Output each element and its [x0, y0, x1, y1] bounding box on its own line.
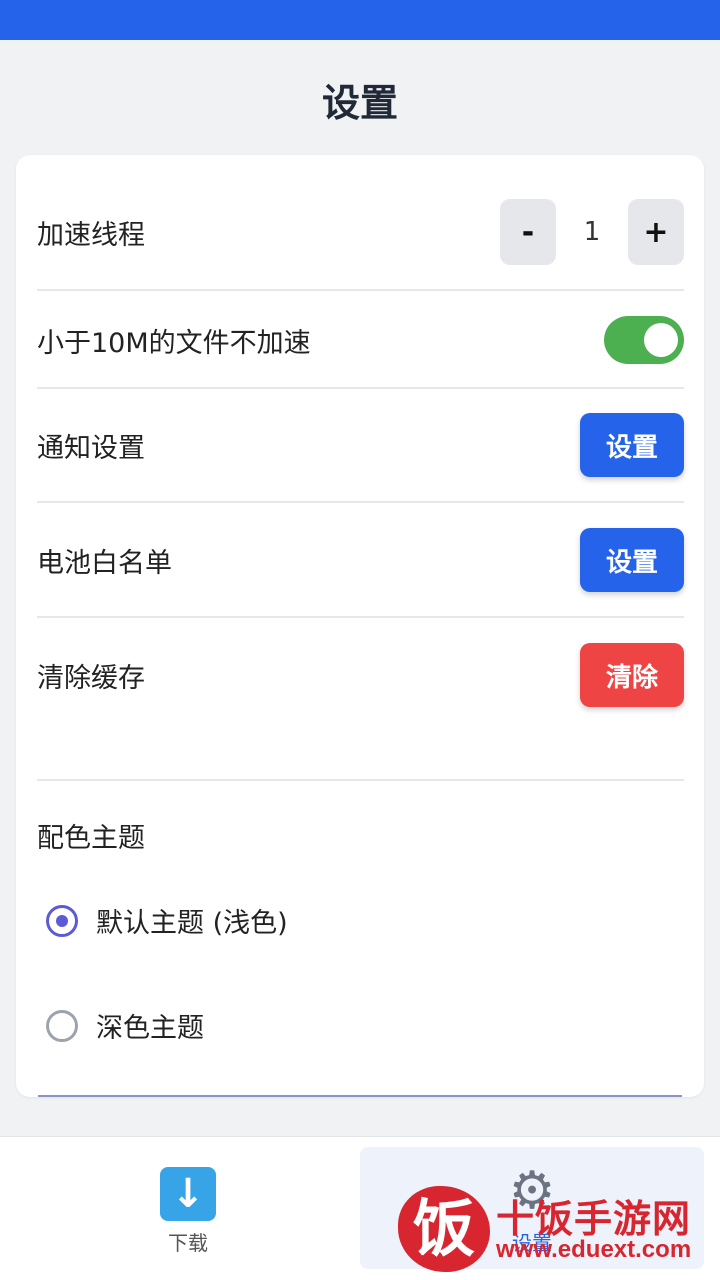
threads-label: 加速线程: [37, 219, 145, 251]
threads-row: 加速线程 - 1 +: [37, 199, 684, 265]
status-bar: [0, 0, 720, 40]
skip-small-row: 小于10M的文件不加速: [37, 315, 684, 365]
bottom-nav: ↓ 下载 ⚙ 设置: [0, 1136, 720, 1280]
nav-label: 设置: [512, 1231, 552, 1255]
skip-small-label: 小于10M的文件不加速: [37, 327, 311, 359]
skip-small-toggle[interactable]: [604, 316, 684, 364]
card-bottom-line: [38, 1095, 682, 1097]
divider: [37, 289, 684, 291]
increment-button[interactable]: +: [628, 199, 684, 265]
radio-unchecked-icon[interactable]: [46, 1009, 78, 1042]
cache-row: 清除缓存 清除: [37, 643, 684, 707]
threads-stepper: - 1 +: [500, 199, 684, 265]
clear-cache-button[interactable]: 清除: [580, 643, 684, 707]
nav-item-download[interactable]: ↓ 下载: [16, 1147, 360, 1269]
battery-settings-button[interactable]: 设置: [580, 528, 684, 592]
divider: [37, 501, 684, 503]
theme-option-label: 深色主题: [96, 1013, 204, 1044]
gear-icon: ⚙: [508, 1161, 556, 1221]
notification-label: 通知设置: [37, 432, 145, 464]
divider: [37, 779, 684, 781]
threads-value: 1: [583, 217, 601, 247]
divider: [37, 616, 684, 618]
notification-settings-button[interactable]: 设置: [580, 413, 684, 477]
download-icon: ↓: [160, 1167, 216, 1221]
theme-section-label: 配色主题: [37, 823, 145, 854]
nav-label: 下载: [168, 1231, 208, 1255]
divider: [37, 387, 684, 389]
decrement-button[interactable]: -: [500, 199, 556, 265]
settings-card: 加速线程 - 1 + 小于10M的文件不加速 通知设置 设置 电池白名单 设置 …: [16, 155, 704, 1097]
page-title: 设置: [321, 81, 398, 125]
battery-label: 电池白名单: [37, 547, 172, 579]
nav-item-settings[interactable]: ⚙ 设置: [360, 1147, 704, 1269]
battery-row: 电池白名单 设置: [37, 528, 684, 592]
radio-checked-icon[interactable]: [46, 904, 78, 937]
theme-option-label: 默认主题 (浅色): [96, 908, 288, 939]
toggle-knob: [644, 323, 678, 357]
theme-option-dark[interactable]: 深色主题: [46, 1006, 204, 1045]
notification-row: 通知设置 设置: [37, 413, 684, 477]
theme-option-light[interactable]: 默认主题 (浅色): [46, 901, 288, 940]
cache-label: 清除缓存: [37, 662, 145, 694]
